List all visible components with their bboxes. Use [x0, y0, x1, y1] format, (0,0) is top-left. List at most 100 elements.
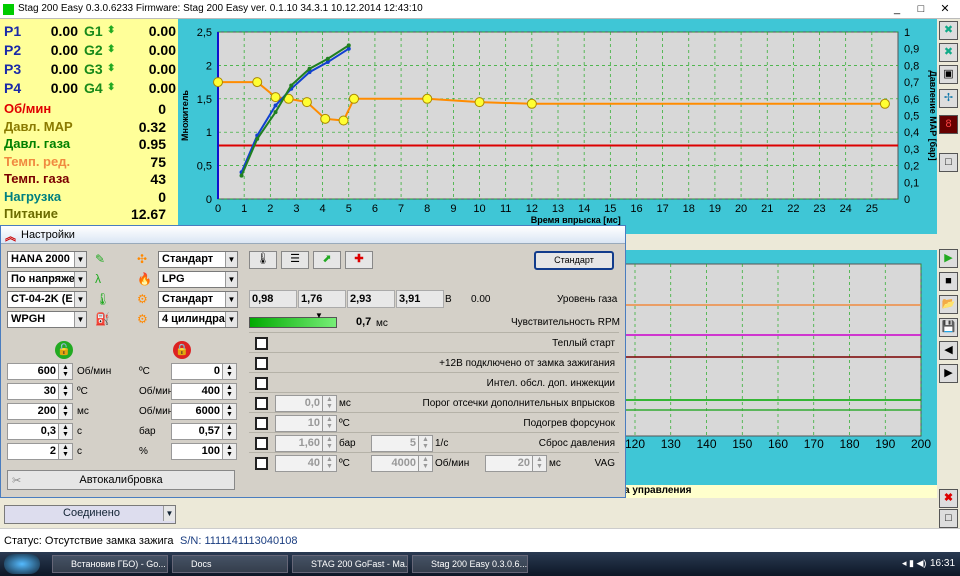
- spin-arrows-icon[interactable]: ▲ ▼: [418, 436, 432, 451]
- data-point: [273, 110, 278, 115]
- close-button[interactable]: ✕: [934, 2, 956, 17]
- option-checkbox[interactable]: [255, 377, 268, 390]
- close-x-icon[interactable]: ✖: [939, 21, 958, 40]
- spin-arrows-icon[interactable]: ▲ ▼: [222, 404, 236, 419]
- right-arrow-icon[interactable]: ▶: [939, 364, 958, 383]
- standard-button[interactable]: Стандарт: [534, 251, 614, 270]
- expand-icon[interactable]: ✢: [939, 89, 958, 108]
- play-icon[interactable]: ▶: [939, 249, 958, 268]
- tools-icon: ✂: [12, 475, 22, 487]
- right-combo[interactable]: LPG ▼: [158, 271, 238, 288]
- dialog-title-bar[interactable]: ︽ Настройки: [1, 226, 625, 244]
- option-checkbox[interactable]: [255, 437, 268, 450]
- gas-level-cell[interactable]: 0,98: [249, 290, 297, 308]
- option-input[interactable]: 0,0 ▲ ▼: [275, 395, 337, 412]
- spin-arrows-icon[interactable]: ▲ ▼: [322, 456, 336, 471]
- autocalibration-button[interactable]: ✂ Автокалибровка: [7, 470, 235, 490]
- square-icon-2[interactable]: □: [939, 509, 958, 528]
- spin-arrows-icon[interactable]: ▲ ▼: [58, 404, 72, 419]
- slider-thumb-icon[interactable]: ▼: [315, 311, 323, 320]
- spin-arrows-icon[interactable]: ▲ ▼: [322, 396, 336, 411]
- option-checkbox[interactable]: [255, 397, 268, 410]
- left-combo[interactable]: CT-04-2K (E ▼: [7, 291, 87, 308]
- x-tick-label: 19: [709, 203, 721, 215]
- taskbar-button[interactable]: Встановив ГБО) - Go...: [52, 555, 168, 573]
- combo-value: 4 цилиндра: [162, 313, 225, 325]
- tool-btn-2[interactable]: ☰: [281, 251, 309, 269]
- secondary-chart[interactable]: 120 130 140 150 160 170 180 190 200: [619, 250, 937, 485]
- option-checkbox[interactable]: [255, 417, 268, 430]
- taskbar-button[interactable]: Stag 200 Easy 0.3.0.6...: [412, 555, 528, 573]
- delete-icon[interactable]: ✖: [939, 489, 958, 508]
- option-input[interactable]: 1,60 ▲ ▼: [275, 435, 337, 452]
- injector-p-value: 0.00: [50, 42, 78, 58]
- cutoff-off-input[interactable]: 0,57 ▲ ▼: [171, 423, 237, 440]
- right-combo[interactable]: Стандарт ▼: [158, 251, 238, 268]
- tool-btn-3[interactable]: ⬈: [313, 251, 341, 269]
- tool-btn-1[interactable]: 🌡: [249, 251, 277, 269]
- connection-combo[interactable]: Соединено ▼: [4, 505, 176, 524]
- cutoff-off-input[interactable]: 0 ▲ ▼: [171, 363, 237, 380]
- collapse-icon[interactable]: ︽: [5, 228, 16, 244]
- option-input[interactable]: 10 ▲ ▼: [275, 415, 337, 432]
- cutoff-on-input[interactable]: 600 ▲ ▼: [7, 363, 73, 380]
- spin-arrows-icon[interactable]: ▲ ▼: [222, 384, 236, 399]
- start-button[interactable]: [4, 554, 40, 574]
- spin-arrows-icon[interactable]: ▲ ▼: [58, 364, 72, 379]
- left-arrow-icon[interactable]: ◀: [939, 341, 958, 360]
- injector-g-value: 0.00: [148, 42, 176, 58]
- taskbar-button[interactable]: STAG 200 GoFast - Ma...: [292, 555, 408, 573]
- option-input[interactable]: 4000 ▲ ▼: [371, 455, 433, 472]
- cross-icon[interactable]: ✖: [939, 43, 958, 62]
- spin-arrows-icon[interactable]: ▲ ▼: [322, 436, 336, 451]
- option-input[interactable]: 20 ▲ ▼: [485, 455, 547, 472]
- spin-arrows-icon[interactable]: ▲ ▼: [222, 364, 236, 379]
- option-unit: Об/мин: [435, 458, 470, 469]
- stop-icon[interactable]: ■: [939, 272, 958, 291]
- save-icon[interactable]: 💾: [939, 318, 958, 337]
- cutoff-off-input[interactable]: 400 ▲ ▼: [171, 383, 237, 400]
- option-checkbox[interactable]: [255, 457, 268, 470]
- cutoff-on-input[interactable]: 0,3 ▲ ▼: [7, 423, 73, 440]
- clock: 16:31: [930, 558, 956, 569]
- spin-arrows-icon[interactable]: ▲ ▼: [58, 424, 72, 439]
- minimize-button[interactable]: _: [886, 2, 908, 17]
- left-combo[interactable]: HANA 2000 ▼: [7, 251, 87, 268]
- taskbar-button[interactable]: Docs: [172, 555, 288, 573]
- curve-point: [338, 115, 349, 126]
- cutoff-on-input[interactable]: 200 ▲ ▼: [7, 403, 73, 420]
- spin-arrows-icon[interactable]: ▲ ▼: [418, 456, 432, 471]
- spin-arrows-icon[interactable]: ▲ ▼: [322, 416, 336, 431]
- cutoff-on-input[interactable]: 30 ▲ ▼: [7, 383, 73, 400]
- right-combo[interactable]: 4 цилиндра ▼: [158, 311, 238, 328]
- left-combo[interactable]: WPGH ▼: [7, 311, 87, 328]
- window-icon[interactable]: ▣: [939, 65, 958, 84]
- gas-level-cell[interactable]: 2,93: [347, 290, 395, 308]
- spin-arrows-icon[interactable]: ▲ ▼: [58, 384, 72, 399]
- spin-arrows-icon[interactable]: ▲ ▼: [222, 424, 236, 439]
- left-combo[interactable]: По напряже ▼: [7, 271, 87, 288]
- y2-tick-label: 0,4: [904, 127, 919, 139]
- tool-btn-4[interactable]: ✚: [345, 251, 373, 269]
- spin-arrows-icon[interactable]: ▲ ▼: [222, 444, 236, 459]
- gas-level-cell[interactable]: 3,91: [396, 290, 444, 308]
- x-tick-label: 5: [346, 203, 352, 215]
- gas-level-cell[interactable]: 1,76: [298, 290, 346, 308]
- multiplier-chart[interactable]: 0 1 2 3 4 5 6 7 8 9 10 11 12 13 14 15 16 17 18 19 20 21 22 23 24…: [178, 19, 938, 234]
- spin-arrows-icon[interactable]: ▲ ▼: [532, 456, 546, 471]
- rpm-sensitivity-slider[interactable]: [249, 317, 337, 328]
- cutoff-off-input[interactable]: 6000 ▲ ▼: [171, 403, 237, 420]
- spin-arrows-icon[interactable]: ▲ ▼: [58, 444, 72, 459]
- option-value: 40: [307, 457, 320, 469]
- right-combo[interactable]: Стандарт ▼: [158, 291, 238, 308]
- option-checkbox[interactable]: [255, 357, 268, 370]
- open-folder-icon[interactable]: 📂: [939, 295, 958, 314]
- square-icon[interactable]: □: [939, 153, 958, 172]
- window-title: Stag 200 Easy 0.3.0.6233 Firmware: Stag …: [18, 3, 423, 14]
- cutoff-on-input[interactable]: 2 ▲ ▼: [7, 443, 73, 460]
- maximize-button[interactable]: □: [910, 2, 932, 17]
- option-checkbox[interactable]: [255, 337, 268, 350]
- option-input[interactable]: 5 ▲ ▼: [371, 435, 433, 452]
- option-input[interactable]: 40 ▲ ▼: [275, 455, 337, 472]
- cutoff-off-input[interactable]: 100 ▲ ▼: [171, 443, 237, 460]
